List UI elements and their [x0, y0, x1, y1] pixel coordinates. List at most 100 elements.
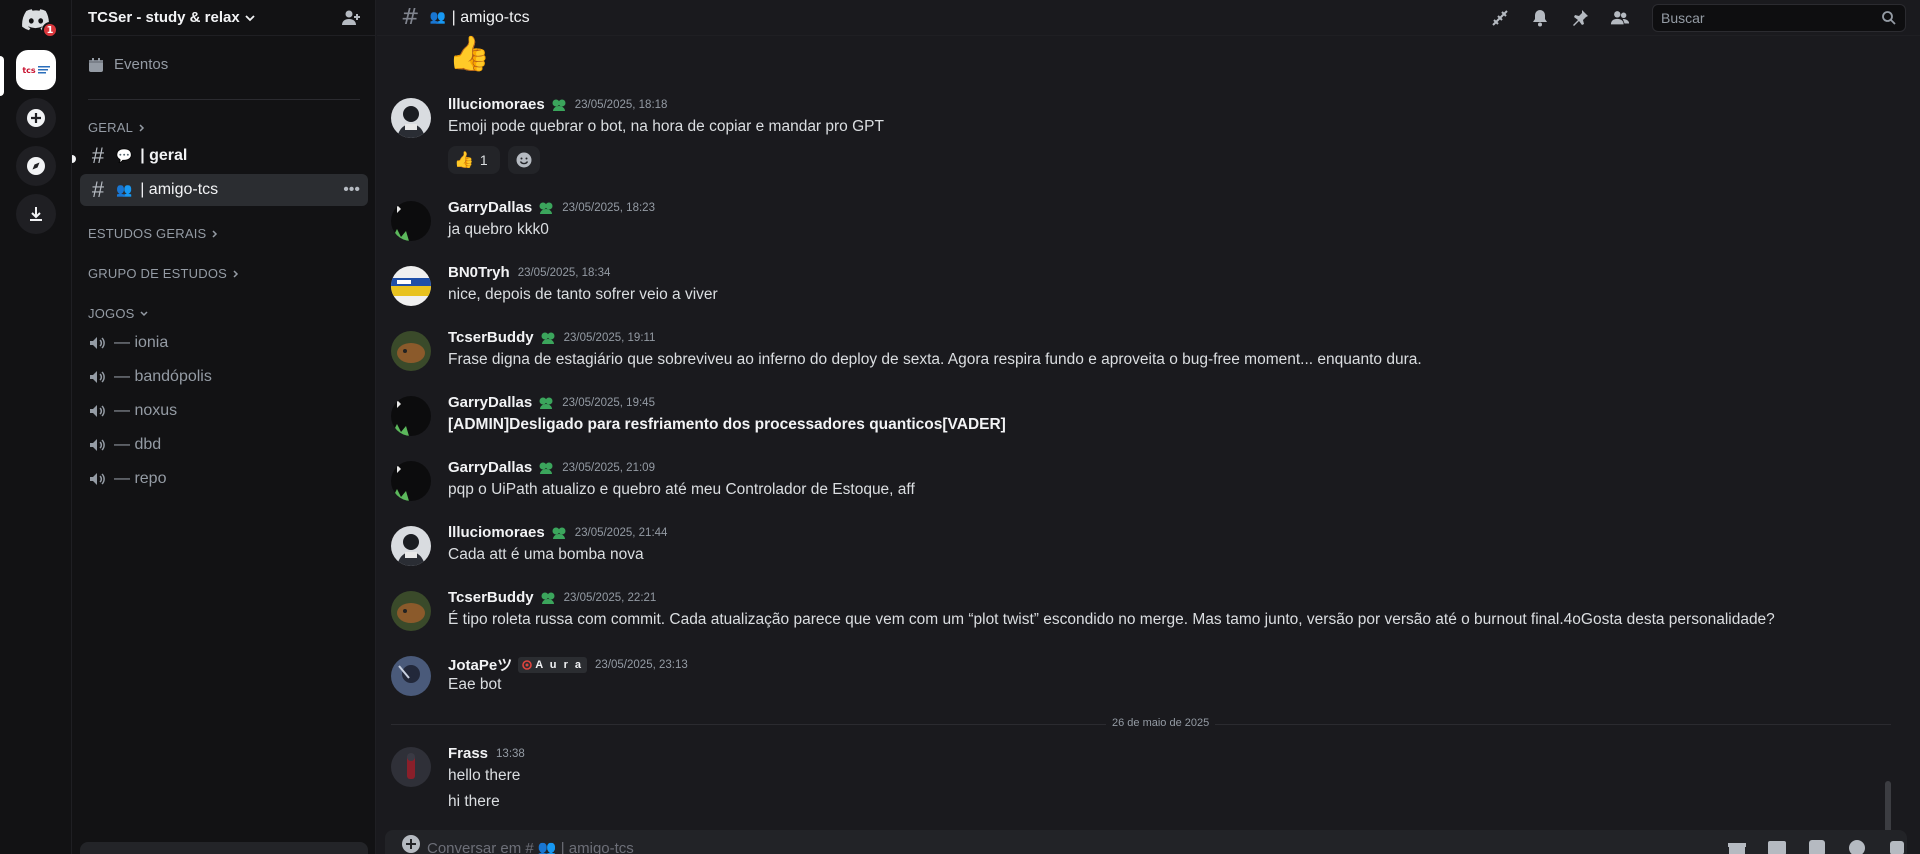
- date-separator: 26 de maio de 2025: [391, 717, 1891, 729]
- emoji-icon[interactable]: [1847, 838, 1867, 854]
- server-icon-tcser[interactable]: tcs: [16, 50, 56, 90]
- message-content: É tipo roleta russa com commit. Cada atu…: [448, 611, 1775, 628]
- category-jogos[interactable]: JOGOS: [88, 306, 149, 321]
- invite-people-icon[interactable]: [341, 8, 361, 28]
- server-name: TCSer - study & relax: [88, 9, 240, 26]
- download-apps-button[interactable]: [16, 194, 56, 234]
- more-options-icon[interactable]: •••: [343, 181, 360, 199]
- message-timestamp: 23/05/2025, 22:21: [563, 591, 657, 604]
- voice-channel-noxus[interactable]: — noxus: [88, 402, 177, 420]
- speaker-icon: [90, 439, 105, 451]
- voice-channel-bandopolis[interactable]: — bandópolis: [88, 368, 212, 386]
- avatar[interactable]: [391, 591, 431, 631]
- message-timestamp: 23/05/2025, 21:44: [574, 526, 668, 539]
- message-author[interactable]: GarryDallas: [448, 459, 532, 476]
- channel-topbar: # 👥 | amigo-tcs: [377, 0, 1920, 36]
- message-author[interactable]: llluciomoraes: [448, 524, 545, 541]
- avatar[interactable]: [391, 461, 431, 501]
- direct-messages-button[interactable]: 1: [16, 0, 58, 40]
- add-server-button[interactable]: [16, 98, 56, 138]
- speaker-icon: [90, 371, 105, 383]
- message-author[interactable]: TcserBuddy: [448, 589, 534, 606]
- avatar[interactable]: [391, 98, 431, 138]
- message-author[interactable]: BN0Tryh: [448, 264, 510, 281]
- members-icon: [1610, 11, 1630, 25]
- avatar[interactable]: [391, 656, 431, 696]
- sticker-icon[interactable]: [1807, 838, 1827, 854]
- reaction-thumbs-up[interactable]: 👍 1: [448, 146, 500, 174]
- avatar[interactable]: [391, 266, 431, 306]
- message-author[interactable]: Frass: [448, 745, 488, 762]
- voice-channel-label: — repo: [114, 470, 167, 487]
- avatar[interactable]: [391, 396, 431, 436]
- category-geral[interactable]: GERAL: [88, 120, 147, 135]
- gif-icon[interactable]: [1767, 838, 1787, 854]
- message-timestamp: 23/05/2025, 18:34: [517, 266, 611, 279]
- chevron-down-icon: [139, 310, 148, 316]
- notifications-button[interactable]: [1530, 8, 1550, 28]
- member-list-button[interactable]: [1610, 8, 1630, 28]
- channel-amigo-tcs[interactable]: # 👥 | amigo-tcs •••: [80, 174, 368, 206]
- message-content: Frase digna de estagiário que sobreviveu…: [448, 351, 1422, 368]
- message-author[interactable]: GarryDallas: [448, 394, 532, 411]
- voice-channel-label: — noxus: [114, 402, 178, 419]
- reaction-emoji: 👍: [454, 152, 474, 169]
- category-label: ESTUDOS GERAIS: [88, 226, 207, 241]
- channel-title: | amigo-tcs: [451, 8, 530, 26]
- gift-icon[interactable]: [1727, 838, 1747, 854]
- server-icon-label: tcs: [22, 65, 36, 75]
- hash-icon: #: [91, 143, 105, 168]
- category-label: GERAL: [88, 120, 134, 135]
- category-label: JOGOS: [88, 306, 135, 321]
- message-timestamp: 13:38: [496, 747, 525, 760]
- chevron-right-icon: [212, 229, 218, 238]
- compass-icon: [27, 157, 45, 175]
- avatar[interactable]: [391, 747, 431, 787]
- upload-plus-icon[interactable]: [401, 834, 421, 854]
- message-content: ja quebro kkk0: [448, 221, 549, 238]
- message-content: hello there: [448, 767, 521, 784]
- pinned-messages-button[interactable]: [1570, 8, 1590, 28]
- message-timestamp: 23/05/2025, 19:45: [562, 396, 655, 409]
- message-content: Emoji pode quebrar o bot, na hora de cop…: [448, 118, 884, 135]
- events-link[interactable]: Eventos: [88, 56, 168, 73]
- category-label: GRUPO DE ESTUDOS: [88, 266, 227, 281]
- channel-geral[interactable]: # 💬 | geral: [80, 140, 368, 172]
- message-author[interactable]: llluciomoraes: [448, 96, 545, 113]
- user-panel[interactable]: [80, 842, 368, 854]
- message-composer[interactable]: [385, 830, 1907, 854]
- message-timestamp: 23/05/2025, 18:23: [562, 201, 655, 214]
- message-input[interactable]: [427, 839, 1027, 854]
- message-timestamp: 23/05/2025, 18:18: [574, 98, 668, 111]
- add-reaction-button[interactable]: [508, 146, 540, 174]
- selected-server-indicator: [0, 56, 4, 96]
- threads-button[interactable]: [1490, 8, 1510, 28]
- server-header[interactable]: TCSer - study & relax: [72, 0, 375, 36]
- explore-servers-button[interactable]: [16, 146, 56, 186]
- message-author[interactable]: GarryDallas: [448, 199, 532, 216]
- download-icon: [30, 207, 42, 221]
- plus-circle-icon: [27, 109, 45, 127]
- avatar[interactable]: [391, 201, 431, 241]
- avatar[interactable]: [391, 331, 431, 371]
- voice-channel-repo[interactable]: — repo: [88, 470, 166, 488]
- message-list: 👍 llluciomoraes 23/05/2025, 18:18 Emoji …: [377, 34, 1897, 854]
- role-badge-icon: [541, 592, 555, 604]
- channel-emoji: 👥: [429, 10, 446, 25]
- message-author[interactable]: JotaPeツ: [448, 654, 512, 675]
- date-separator-label: 26 de maio de 2025: [1106, 717, 1216, 729]
- search-box[interactable]: [1652, 4, 1906, 32]
- reaction-count: 1: [479, 152, 488, 168]
- voice-channel-ionia[interactable]: — ionia: [88, 334, 168, 352]
- apps-icon[interactable]: [1887, 838, 1907, 854]
- channel-sidebar: TCSer - study & relax Eventos GERAL # 💬 …: [72, 0, 376, 854]
- avatar[interactable]: [391, 526, 431, 566]
- category-grupo-de-estudos[interactable]: GRUPO DE ESTUDOS: [88, 266, 241, 281]
- hash-icon: #: [91, 177, 105, 202]
- voice-channel-dbd[interactable]: — dbd: [88, 436, 161, 454]
- previous-message-emoji: 👍: [448, 34, 491, 74]
- search-input[interactable]: [1661, 10, 1881, 26]
- message-content: pqp o UiPath atualizo e quebro até meu C…: [448, 481, 915, 498]
- category-estudos-gerais[interactable]: ESTUDOS GERAIS: [88, 226, 220, 241]
- message-author[interactable]: TcserBuddy: [448, 329, 534, 346]
